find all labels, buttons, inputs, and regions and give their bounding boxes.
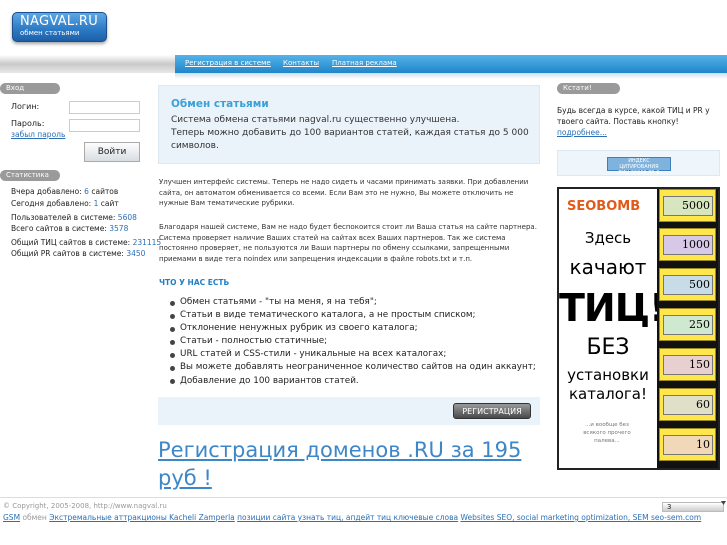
banner-line-4: БЕЗ [586,335,630,360]
banner-text-area: SEOBOMB Здесь качают ТИЦ! БЕЗ установки … [559,189,666,468]
nav-link-paid-ads[interactable]: Платная реклама [332,59,397,67]
footer-divider [0,497,727,498]
stat-total-pr: Общий PR сайтов в системе: 3450 [11,249,146,258]
right-info-text: Будь всегда в курсе, какой ТИЦ и PR у тв… [557,106,710,126]
login-button[interactable]: Войти [84,142,140,162]
list-item: Добавление до 100 вариантов статей. [168,375,548,388]
logo-title: NAGVAL.RU [20,14,99,29]
promo-title: Обмен статьями [171,98,269,110]
list-item: URL статей и CSS-стили - уникальные на в… [168,348,548,361]
seobomb-banner[interactable]: SEOBOMB Здесь качают ТИЦ! БЕЗ установки … [557,187,720,470]
promo-body: Система обмена статьями nagval.ru сущест… [171,114,536,153]
banner-line-6: каталога! [568,385,648,403]
footer-links: GSM обмен Экстремальные аттракционы Kach… [3,513,701,522]
counter-line-2: ТИЦ 30000 PR 9 [618,170,660,176]
stat-sites: Всего сайтов в системе: 3578 [11,224,129,233]
counter-line-1: ИНДЕКС ЦИТИРОВАНИЯ [619,158,659,170]
list-item: Статьи в виде тематического каталога, а … [168,309,548,322]
footer-link-seo-sem[interactable]: Websites SEO, social marketing optimizat… [461,513,702,522]
right-header: Кстати! [557,83,620,94]
login-input[interactable] [69,101,140,114]
pager-value: 3 [667,503,672,511]
bill-500-icon: Я500 [659,268,716,301]
banner-bills-column: Я5000 Я1000 Я500 Я250 Я150 Я60 Я10 [657,189,718,468]
pager-select[interactable]: 3 [662,502,724,512]
password-input[interactable] [69,119,140,132]
footer-text-exchange: обмен [22,513,47,522]
forgot-password-link[interactable]: забыл пароль [11,130,65,139]
footer-link-attractions[interactable]: Экстремальные аттракционы Kacheli Zamper… [49,513,235,522]
bill-60-icon: Я60 [659,388,716,421]
register-button[interactable]: РЕГИСТРАЦИЯ [453,403,531,419]
right-info: Будь всегда в курсе, какой ТИЦ и PR у тв… [557,105,722,138]
login-label: Логин: [11,102,40,111]
features-title: ЧТО У НАС ЕСТЬ [159,278,230,287]
stat-today: Сегодня добавлено: 1 сайт [11,199,119,208]
main-navigation: Регистрация в системе Контакты Платная р… [175,55,727,73]
bill-150-icon: Я150 [659,348,716,381]
site-logo[interactable]: NAGVAL.RU обмен статьями [12,12,107,42]
logo-subtitle: обмен статьями [20,29,80,37]
nav-link-contacts[interactable]: Контакты [283,59,319,67]
footer-link-gsm[interactable]: GSM [3,513,20,522]
list-item: Статьи - полностью статичные; [168,335,548,348]
intro-paragraph: Улучшен интерфейс системы. Теперь не над… [159,178,529,207]
copyright: © Copyright, 2005-2008, http://www.nagva… [3,502,167,510]
tic-pr-counter-button[interactable]: ИНДЕКС ЦИТИРОВАНИЯ ТИЦ 30000 PR 9 [607,157,671,176]
stat-yesterday: Вчера добавлено: 6 сайтов [11,187,119,196]
stat-total-tic: Общий ТИЦ сайтов в системе: 231115 [11,238,162,247]
stat-users: Пользователей в системе: 5608 [11,213,137,222]
list-item: Вы можете добавлять неограниченное колич… [168,361,548,374]
banner-line-5: установки [567,366,649,384]
banner-line-2: качают [569,255,647,279]
counter-panel: ИНДЕКС ЦИТИРОВАНИЯ ТИЦ 30000 PR 9 [557,150,720,176]
list-item: Отклонение ненужных рубрик из своего кат… [168,322,548,335]
banner-tiny-text: ...и вообще без всякого прочего палева..… [583,422,631,444]
banner-line-1: Здесь [584,229,632,247]
login-header: Вход [0,83,60,94]
bill-5000-icon: Я5000 [659,189,716,222]
bill-250-icon: Я250 [659,308,716,341]
bill-1000-icon: Я1000 [659,228,716,261]
banner-line-3: ТИЦ! [559,286,666,330]
features-list: Обмен статьями - "ты на меня, я на тебя"… [168,296,548,388]
scroll-arrow-icon[interactable] [720,498,727,518]
nav-link-registration[interactable]: Регистрация в системе [185,59,271,67]
nav-shadow [175,73,727,79]
promo-box: Обмен статьями Система обмена статьями n… [158,85,540,164]
banner-brand: SEOBOMB [567,199,641,214]
bill-10-icon: Я10 [659,428,716,461]
list-item: Обмен статьями - "ты на меня, я на тебя"… [168,296,548,309]
promo-line-2: Теперь можно добавить до 100 вариантов с… [171,128,529,151]
more-link[interactable]: подробнее... [557,127,722,138]
footer-link-tic-positions[interactable]: позиции сайта узнать тиц, апдейт тиц клю… [237,513,458,522]
stats-header: Статистика [0,170,60,181]
domain-ad-link[interactable]: Регистрация доменов .RU за 195 руб ! [158,436,558,492]
password-label: Пароль: [11,119,45,128]
promo-line-1: Система обмена статьями nagval.ru сущест… [171,115,460,125]
partner-check-paragraph: Благодаря нашей системе, Вам не надо буд… [159,223,537,263]
